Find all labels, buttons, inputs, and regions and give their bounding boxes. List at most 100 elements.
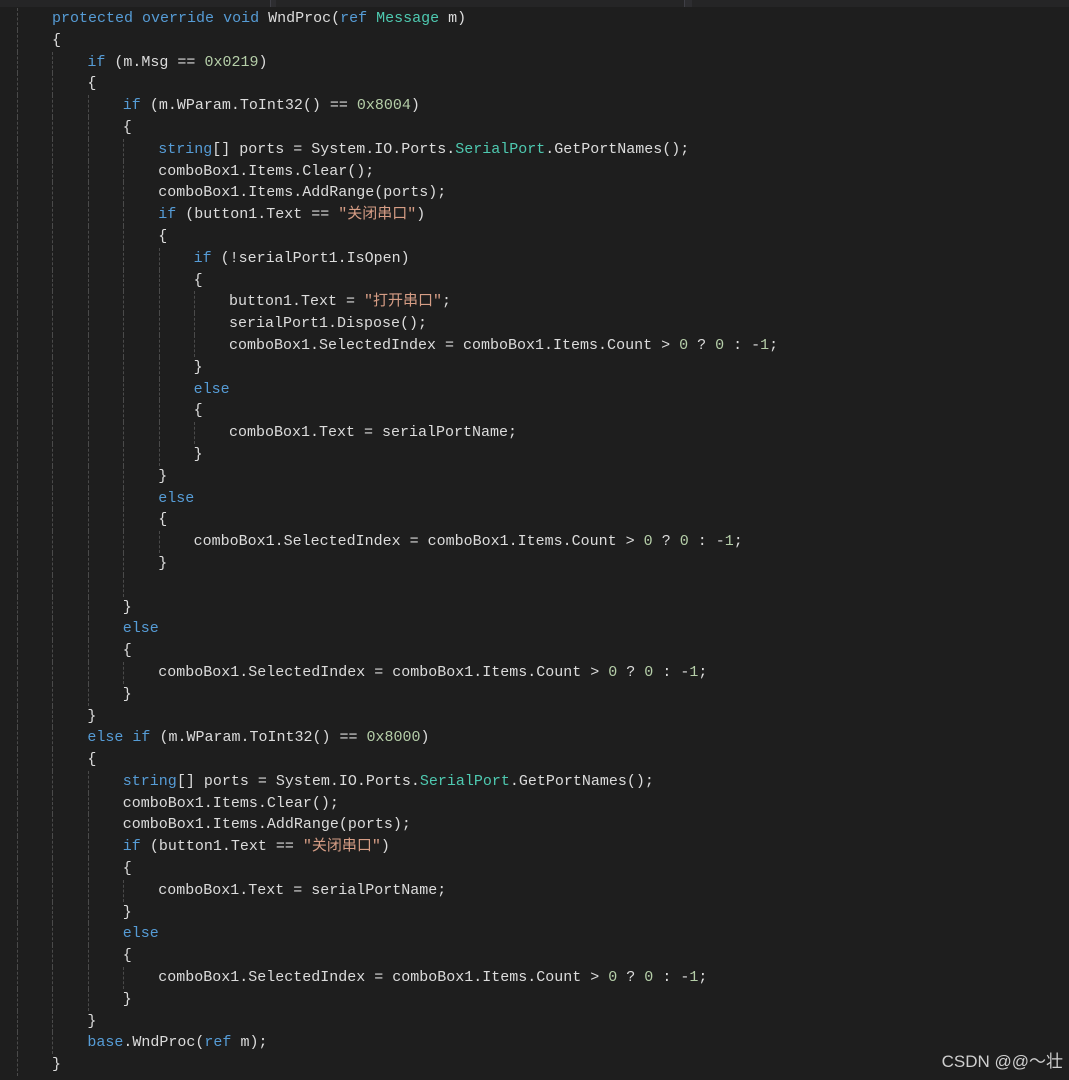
code-line[interactable]: comboBox1.SelectedIndex = comboBox1.Item… (0, 334, 1069, 357)
indent-guide (17, 1054, 18, 1077)
code-line[interactable]: } (0, 1054, 1069, 1077)
indent-guide (87, 247, 89, 270)
code-line-text: comboBox1.Items.Clear(); (123, 793, 339, 815)
code-line-text: } (123, 989, 132, 1011)
indent-guide (52, 313, 54, 335)
code-line-text: { (194, 270, 203, 292)
indent-guide (87, 116, 89, 139)
keyword-token: ref (340, 10, 368, 27)
indent-guide (17, 487, 18, 510)
code-line[interactable]: string[] ports = System.IO.Ports.SerialP… (0, 770, 1069, 793)
code-line[interactable]: } (0, 596, 1069, 619)
code-line[interactable]: } (0, 443, 1069, 466)
code-line[interactable]: protected override void WndProc(ref Mess… (0, 8, 1069, 30)
indent-guide (17, 945, 18, 968)
indent-guide (17, 8, 18, 30)
indent-guide (123, 400, 125, 423)
code-line[interactable]: } (0, 356, 1069, 379)
indent-guide (17, 967, 18, 989)
indent-guide (158, 443, 160, 466)
code-line[interactable]: { (0, 269, 1069, 292)
indent-guide (17, 95, 18, 117)
code-line[interactable] (0, 574, 1069, 597)
number-token: 0x8000 (366, 729, 421, 747)
code-token: (m.WParam.ToInt32() == (150, 729, 367, 747)
code-line[interactable]: } (0, 465, 1069, 488)
code-line[interactable]: { (0, 73, 1069, 96)
editor-tab[interactable] (692, 0, 1069, 7)
code-line[interactable]: comboBox1.Items.Clear(); (0, 792, 1069, 815)
code-line[interactable]: if (button1.Text == "关闭串口") (0, 836, 1069, 859)
code-line[interactable]: serialPort1.Dispose(); (0, 313, 1069, 335)
code-line[interactable]: else if (m.WParam.ToInt32() == 0x8000) (0, 727, 1069, 750)
keyword-token: else (122, 620, 159, 638)
indent-guide (123, 291, 125, 314)
code-line[interactable]: base.WndProc(ref m); (0, 1032, 1069, 1055)
code-line[interactable]: if (button1.Text == "关闭串口") (0, 204, 1069, 226)
code-line[interactable]: { (0, 400, 1069, 423)
code-line[interactable]: button1.Text = "打开串口"; (0, 291, 1069, 314)
indent-guide (194, 313, 195, 335)
code-line[interactable]: } (0, 901, 1069, 924)
indent-guide (17, 552, 18, 575)
code-line[interactable]: { (0, 858, 1069, 880)
code-editor[interactable]: protected override void WndProc(ref Mess… (0, 0, 1069, 1080)
indent-guide (158, 291, 160, 314)
indent-guide (123, 247, 125, 270)
indent-guide (194, 422, 195, 444)
code-line[interactable]: if (m.Msg == 0x0219) (0, 51, 1069, 74)
code-line[interactable]: else (0, 487, 1069, 510)
code-line[interactable]: else (0, 923, 1069, 946)
code-line[interactable]: comboBox1.Text = serialPortName; (0, 879, 1069, 902)
indent-guide (17, 923, 18, 946)
indent-guide (123, 138, 125, 161)
indent-guide (87, 574, 89, 597)
code-line[interactable]: comboBox1.Items.Clear(); (0, 160, 1069, 183)
indent-guide (87, 858, 89, 880)
code-token: ; (733, 533, 743, 551)
code-token: { (158, 227, 168, 245)
code-line[interactable]: else (0, 378, 1069, 401)
code-line[interactable]: { (0, 749, 1069, 771)
code-line[interactable]: { (0, 225, 1069, 248)
code-line[interactable]: { (0, 640, 1069, 662)
code-line[interactable]: if (!serialPort1.IsOpen) (0, 247, 1069, 270)
code-token: button1.Text = (229, 293, 365, 311)
code-line-text: comboBox1.SelectedIndex = comboBox1.Item… (229, 335, 778, 357)
code-token: ) (258, 53, 268, 71)
code-line[interactable]: { (0, 509, 1069, 532)
indent-guide (52, 356, 54, 379)
indent-guide (123, 204, 125, 226)
code-line[interactable]: string[] ports = System.IO.Ports.SerialP… (0, 138, 1069, 161)
code-line-text: else (194, 379, 230, 401)
keyword-token: else (122, 925, 159, 943)
code-line[interactable]: comboBox1.SelectedIndex = comboBox1.Item… (0, 531, 1069, 553)
editor-tab[interactable] (276, 0, 685, 7)
indent-guide (87, 400, 89, 423)
indent-guide (52, 705, 54, 728)
code-line[interactable]: { (0, 29, 1069, 52)
code-line[interactable]: comboBox1.Items.AddRange(ports); (0, 814, 1069, 837)
code-line[interactable]: { (0, 945, 1069, 968)
code-area[interactable]: protected override void WndProc(ref Mess… (0, 8, 1069, 1077)
code-line[interactable]: comboBox1.Items.AddRange(ports); (0, 182, 1069, 205)
code-line[interactable]: { (0, 116, 1069, 139)
code-line-text: } (123, 684, 132, 706)
code-line[interactable]: else (0, 618, 1069, 641)
code-line[interactable]: } (0, 988, 1069, 1011)
code-line[interactable]: comboBox1.Text = serialPortName; (0, 422, 1069, 444)
code-line[interactable]: } (0, 552, 1069, 575)
indent-guide (52, 269, 54, 292)
editor-tab[interactable] (0, 0, 271, 7)
indent-guide (52, 661, 54, 684)
code-line[interactable]: } (0, 705, 1069, 728)
indent-guide (17, 1032, 18, 1055)
code-line[interactable]: if (m.WParam.ToInt32() == 0x8004) (0, 95, 1069, 117)
code-line[interactable]: } (0, 683, 1069, 706)
code-line[interactable]: comboBox1.SelectedIndex = comboBox1.Item… (0, 661, 1069, 684)
code-token: : - (724, 336, 761, 354)
code-line[interactable]: } (0, 1010, 1069, 1033)
number-token: 1 (724, 533, 734, 551)
code-line[interactable]: comboBox1.SelectedIndex = comboBox1.Item… (0, 967, 1069, 989)
code-token: .GetPortNames(); (509, 772, 654, 790)
